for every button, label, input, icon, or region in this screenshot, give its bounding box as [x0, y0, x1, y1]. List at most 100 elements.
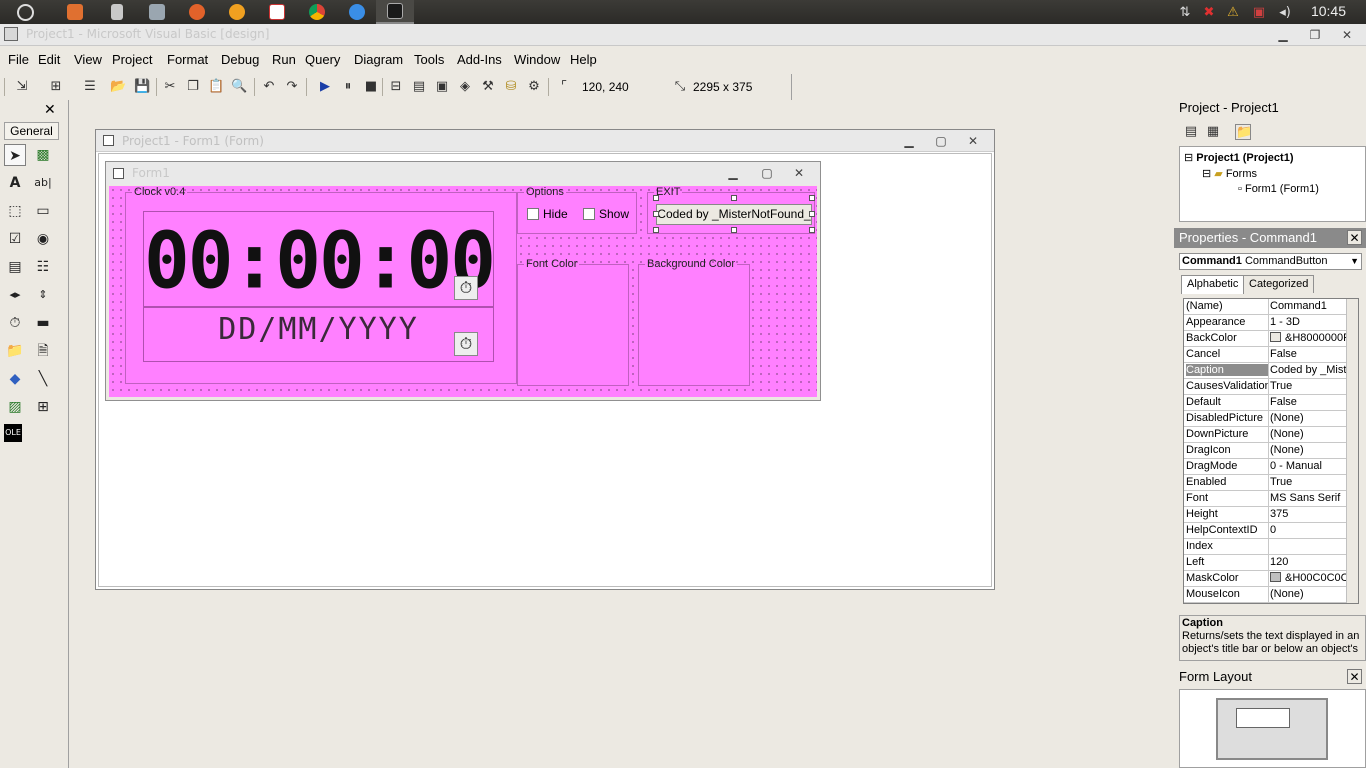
open-project-icon[interactable]: 📂: [110, 79, 126, 95]
form-position-preview[interactable]: [1236, 708, 1290, 728]
column-divider[interactable]: [1268, 555, 1269, 571]
column-divider[interactable]: [1268, 443, 1269, 459]
property-row[interactable]: Index: [1184, 539, 1348, 555]
network-icon[interactable]: ⇅: [1176, 3, 1194, 21]
error-icon[interactable]: ✖: [1200, 3, 1218, 21]
pointer-tool-icon[interactable]: ➤: [4, 144, 26, 166]
listbox-tool-icon[interactable]: ☷: [32, 256, 54, 278]
form1-title-bar[interactable]: Form1 ▁ ▢ ✕: [106, 162, 820, 185]
property-row[interactable]: (Name) Command1: [1184, 299, 1348, 315]
resize-handle[interactable]: [809, 227, 815, 233]
property-value[interactable]: False: [1270, 396, 1348, 408]
checkbox-tool-icon[interactable]: ☑: [4, 228, 26, 250]
time-label[interactable]: 00:00:00 ⏱: [143, 211, 496, 307]
data-view-icon[interactable]: ⛁: [503, 79, 519, 95]
shape-tool-icon[interactable]: ◆: [4, 368, 26, 390]
font-color-frame[interactable]: Font Color: [517, 258, 629, 386]
property-row[interactable]: Default False: [1184, 395, 1348, 411]
property-row[interactable]: Enabled True: [1184, 475, 1348, 491]
column-divider[interactable]: [1268, 315, 1269, 331]
menu-edit[interactable]: Edit: [38, 52, 60, 67]
property-row[interactable]: MaskColor &H00C0C0C: [1184, 571, 1348, 587]
form1-close-icon[interactable]: ✕: [792, 166, 806, 180]
hide-checkbox[interactable]: Hide: [527, 207, 568, 221]
hide-checkbox-box[interactable]: [527, 208, 539, 220]
column-divider[interactable]: [1268, 475, 1269, 491]
resize-handle[interactable]: [809, 211, 815, 217]
image-tool-icon[interactable]: ▨: [4, 396, 26, 418]
add-form-icon[interactable]: ⊞: [48, 79, 64, 95]
background-color-frame[interactable]: Background Color: [638, 258, 750, 386]
form-layout-icon[interactable]: ▣: [434, 79, 450, 95]
document-launcher[interactable]: [98, 0, 136, 24]
property-value[interactable]: 1 - 3D: [1270, 316, 1348, 328]
property-row[interactable]: DragMode 0 - Manual: [1184, 459, 1348, 475]
property-value[interactable]: 0: [1270, 524, 1348, 536]
tab-alphabetic[interactable]: Alphabetic: [1181, 275, 1245, 294]
property-row[interactable]: BackColor &H8000000F: [1184, 331, 1348, 347]
property-value[interactable]: 120: [1270, 556, 1348, 568]
property-row[interactable]: Height 375: [1184, 507, 1348, 523]
undo-icon[interactable]: ↶: [261, 79, 277, 95]
property-value[interactable]: True: [1270, 380, 1348, 392]
menu-file[interactable]: File: [8, 52, 29, 67]
copy-icon[interactable]: ❐: [185, 79, 201, 95]
menu-debug[interactable]: Debug: [221, 52, 259, 67]
show-checkbox-box[interactable]: [583, 208, 595, 220]
vscrollbar-tool-icon[interactable]: ⇕: [32, 284, 54, 306]
property-row[interactable]: HelpContextID 0: [1184, 523, 1348, 539]
property-row[interactable]: MouseIcon (None): [1184, 587, 1348, 603]
property-value[interactable]: &H00C0C0C: [1270, 572, 1348, 584]
property-value[interactable]: (None): [1270, 428, 1348, 440]
show-checkbox[interactable]: Show: [583, 207, 629, 221]
property-value[interactable]: True: [1270, 476, 1348, 488]
property-value[interactable]: Command1: [1270, 300, 1348, 312]
designer-title-bar[interactable]: Project1 - Form1 (Form) ▁ ▢ ✕: [96, 130, 994, 152]
designer-minimize-icon[interactable]: ▁: [902, 134, 916, 148]
save-project-icon[interactable]: 💾: [134, 79, 150, 95]
data-tool-icon[interactable]: ⊞: [32, 396, 54, 418]
paste-icon[interactable]: 📋: [208, 79, 224, 95]
cut-icon[interactable]: ✂: [162, 79, 178, 95]
vb-app-icon[interactable]: [4, 27, 18, 41]
chrome-launcher[interactable]: [298, 0, 336, 24]
menu-editor-icon[interactable]: ☰: [82, 79, 98, 95]
dirlistbox-tool-icon[interactable]: 📁: [4, 340, 26, 362]
property-value[interactable]: (None): [1270, 588, 1348, 600]
start-icon[interactable]: ▶: [317, 79, 333, 95]
files-launcher[interactable]: [56, 0, 94, 24]
properties-window-icon[interactable]: ▤: [411, 79, 427, 95]
vlc-launcher[interactable]: [218, 0, 256, 24]
textbox-tool-icon[interactable]: ab|: [32, 172, 54, 194]
property-row[interactable]: Left 120: [1184, 555, 1348, 571]
ole-tool-icon[interactable]: OLE: [4, 424, 22, 442]
column-divider[interactable]: [1268, 299, 1269, 315]
column-divider[interactable]: [1268, 411, 1269, 427]
menu-addins[interactable]: Add-Ins: [457, 52, 502, 67]
resize-handle[interactable]: [731, 195, 737, 201]
tree-row-form1[interactable]: ▫ Form1 (Form1): [1238, 183, 1319, 195]
toggle-folders-icon[interactable]: 📁: [1235, 124, 1252, 140]
frame-tool-icon[interactable]: ⬚: [4, 200, 26, 222]
label-tool-icon[interactable]: A: [4, 172, 26, 194]
column-divider[interactable]: [1268, 459, 1269, 475]
column-divider[interactable]: [1268, 571, 1269, 587]
form-layout-close-icon[interactable]: ✕: [1347, 669, 1362, 684]
menu-format[interactable]: Format: [167, 52, 208, 67]
property-value[interactable]: MS Sans Serif: [1270, 492, 1348, 504]
image-launcher[interactable]: [138, 0, 176, 24]
calc-launcher[interactable]: [258, 0, 296, 24]
date-label[interactable]: DD/MM/YYYY ⏱: [143, 307, 494, 362]
tree-row-project[interactable]: ⊟ Project1 (Project1): [1184, 151, 1293, 164]
menu-window[interactable]: Window: [514, 52, 560, 67]
menu-query[interactable]: Query: [305, 52, 340, 67]
properties-scrollbar[interactable]: [1346, 299, 1358, 603]
resize-handle[interactable]: [653, 227, 659, 233]
property-value[interactable]: 0 - Manual: [1270, 460, 1348, 472]
command1-button[interactable]: Coded by _MisterNotFound_: [656, 204, 812, 225]
maximize-icon[interactable]: ❐: [1308, 28, 1322, 42]
form1-window[interactable]: Form1 ▁ ▢ ✕ Clock v0.4 00:00:00 ⏱ DD/MM/…: [105, 161, 821, 401]
property-value[interactable]: (None): [1270, 444, 1348, 456]
property-value[interactable]: Coded by _Mist: [1270, 364, 1348, 376]
date-timer-icon[interactable]: ⏱: [454, 332, 478, 356]
